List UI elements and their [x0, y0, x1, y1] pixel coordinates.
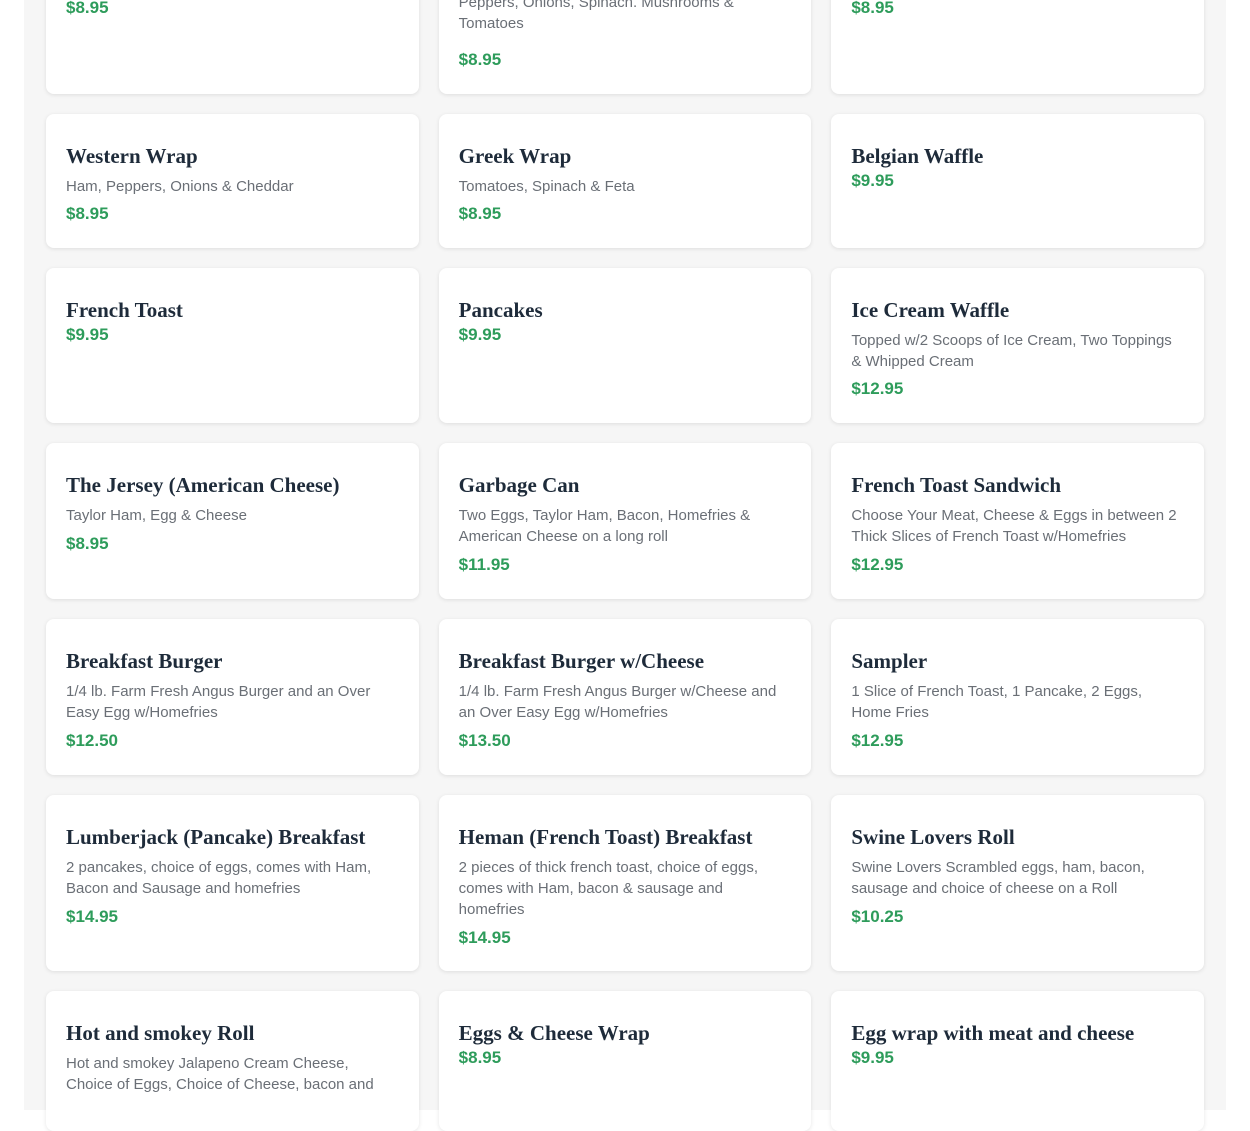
item-description: Ham, Peppers, Onions & Cheddar: [66, 178, 294, 195]
item-name: Western Wrap: [66, 144, 198, 168]
menu-item-card[interactable]: French Toast Sandwich Choose Your Meat, …: [831, 443, 1205, 599]
menu-row: The Jersey (American Cheese) Taylor Ham,…: [46, 443, 1205, 599]
menu-row: French Toast $9.95 Pancakes $9.95 Ice Cr…: [46, 268, 1205, 423]
item-name: Lumberjack (Pancake) Breakfast: [66, 825, 366, 849]
item-description: 1/4 lb. Farm Fresh Angus Burger and an O…: [66, 683, 371, 721]
menu-item-card[interactable]: $8.95: [831, 0, 1205, 94]
item-name: Egg wrap with meat and cheese: [851, 1021, 1135, 1045]
item-name: Pancakes: [458, 298, 543, 322]
menu-item-card[interactable]: Western Wrap Ham, Peppers, Onions & Ched…: [46, 114, 419, 248]
item-name: Sampler: [851, 649, 928, 673]
item-price: $8.95: [66, 204, 109, 223]
item-price: $8.95: [66, 0, 109, 17]
item-name: French Toast: [66, 298, 183, 322]
item-description: 2 pancakes, choice of eggs, comes with H…: [66, 859, 372, 897]
item-price: $13.50: [458, 731, 511, 750]
menu-item-card[interactable]: Lumberjack (Pancake) Breakfast 2 pancake…: [46, 795, 419, 971]
menu-item-card[interactable]: French Toast $9.95: [46, 268, 419, 423]
item-price: $9.95: [851, 171, 894, 190]
item-name: Hot and smokey Roll: [66, 1021, 255, 1045]
item-description: 1 Slice of French Toast, 1 Pancake, 2 Eg…: [851, 683, 1143, 721]
menu-item-card[interactable]: Pancakes $9.95: [438, 268, 812, 423]
item-name: Eggs & Cheese Wrap: [458, 1021, 650, 1045]
menu-item-card[interactable]: Peppers, Onions, Spinach. Mushrooms & To…: [438, 0, 812, 94]
menu-item-card[interactable]: Ice Cream Waffle Topped w/2 Scoops of Ic…: [831, 268, 1205, 423]
item-name: The Jersey (American Cheese): [66, 473, 340, 497]
item-name: Garbage Can: [458, 473, 580, 497]
menu-item-card[interactable]: Garbage Can Two Eggs, Taylor Ham, Bacon,…: [438, 443, 812, 599]
item-name: Breakfast Burger: [66, 649, 223, 673]
menu-item-card[interactable]: The Jersey (American Cheese) Taylor Ham,…: [46, 443, 419, 599]
menu-grid: $8.95 Peppers, Onions, Spinach. Mushroom…: [46, 0, 1205, 1131]
menu-item-card[interactable]: $8.95: [46, 0, 419, 94]
item-price: $14.95: [66, 907, 118, 926]
menu-item-card[interactable]: Swine Lovers Roll Swine Lovers Scrambled…: [831, 795, 1205, 971]
menu-row: Hot and smokey Roll Hot and smokey Jalap…: [46, 991, 1205, 1131]
item-name: Ice Cream Waffle: [851, 298, 1010, 322]
item-name: Greek Wrap: [458, 144, 572, 168]
menu-row: Western Wrap Ham, Peppers, Onions & Ched…: [46, 114, 1205, 248]
item-description: 2 pieces of thick french toast, choice o…: [458, 859, 759, 918]
menu-item-card[interactable]: Breakfast Burger 1/4 lb. Farm Fresh Angu…: [46, 619, 419, 775]
item-description: Tomatoes, Spinach & Feta: [458, 178, 635, 195]
menu-item-card[interactable]: Belgian Waffle $9.95: [831, 114, 1205, 248]
menu-item-card[interactable]: Hot and smokey Roll Hot and smokey Jalap…: [46, 991, 419, 1131]
item-name: Breakfast Burger w/Cheese: [458, 649, 705, 673]
item-description: Peppers, Onions, Spinach. Mushrooms & To…: [458, 0, 734, 32]
item-description: 1/4 lb. Farm Fresh Angus Burger w/Cheese…: [458, 683, 777, 721]
item-price: $8.95: [66, 534, 109, 553]
menu-item-card[interactable]: Breakfast Burger w/Cheese 1/4 lb. Farm F…: [438, 619, 812, 775]
item-description: Topped w/2 Scoops of Ice Cream, Two Topp…: [851, 332, 1172, 370]
item-price: $14.95: [458, 928, 511, 947]
item-price: $8.95: [458, 204, 502, 223]
item-description: Swine Lovers Scrambled eggs, ham, bacon,…: [851, 859, 1145, 897]
item-description: Taylor Ham, Egg & Cheese: [66, 507, 247, 524]
item-description: Hot and smokey Jalapeno Cream Cheese, Ch…: [66, 1055, 374, 1093]
menu-row: $8.95 Peppers, Onions, Spinach. Mushroom…: [46, 0, 1205, 94]
item-price: $8.95: [851, 0, 894, 17]
item-description: Two Eggs, Taylor Ham, Bacon, Homefries &…: [458, 507, 751, 545]
item-name: Belgian Waffle: [851, 144, 984, 168]
menu-item-card[interactable]: Egg wrap with meat and cheese $9.95: [831, 991, 1205, 1131]
menu-item-card[interactable]: Sampler 1 Slice of French Toast, 1 Panca…: [831, 619, 1205, 775]
item-price: $9.95: [851, 1048, 894, 1067]
item-description: Choose Your Meat, Cheese & Eggs in betwe…: [851, 507, 1177, 545]
item-name: Swine Lovers Roll: [851, 825, 1015, 849]
menu-row: Breakfast Burger 1/4 lb. Farm Fresh Angu…: [46, 619, 1205, 775]
item-price: $12.95: [851, 731, 904, 750]
item-name: French Toast Sandwich: [851, 473, 1062, 497]
item-price: $11.95: [458, 555, 510, 574]
item-price: $12.95: [851, 555, 904, 574]
item-price: $9.95: [66, 325, 109, 344]
menu-item-card[interactable]: Eggs & Cheese Wrap $8.95: [438, 991, 812, 1131]
menu-item-card[interactable]: Heman (French Toast) Breakfast 2 pieces …: [438, 795, 812, 971]
item-price: $8.95: [458, 1048, 502, 1067]
menu-row: Lumberjack (Pancake) Breakfast 2 pancake…: [46, 795, 1205, 971]
item-price: $12.95: [851, 379, 904, 398]
item-name: Heman (French Toast) Breakfast: [458, 825, 753, 849]
item-price: $10.25: [851, 907, 904, 926]
item-price: $9.95: [458, 325, 502, 344]
menu-item-card[interactable]: Greek Wrap Tomatoes, Spinach & Feta $8.9…: [438, 114, 812, 248]
item-price: $8.95: [458, 50, 502, 69]
item-price: $12.50: [66, 731, 118, 750]
